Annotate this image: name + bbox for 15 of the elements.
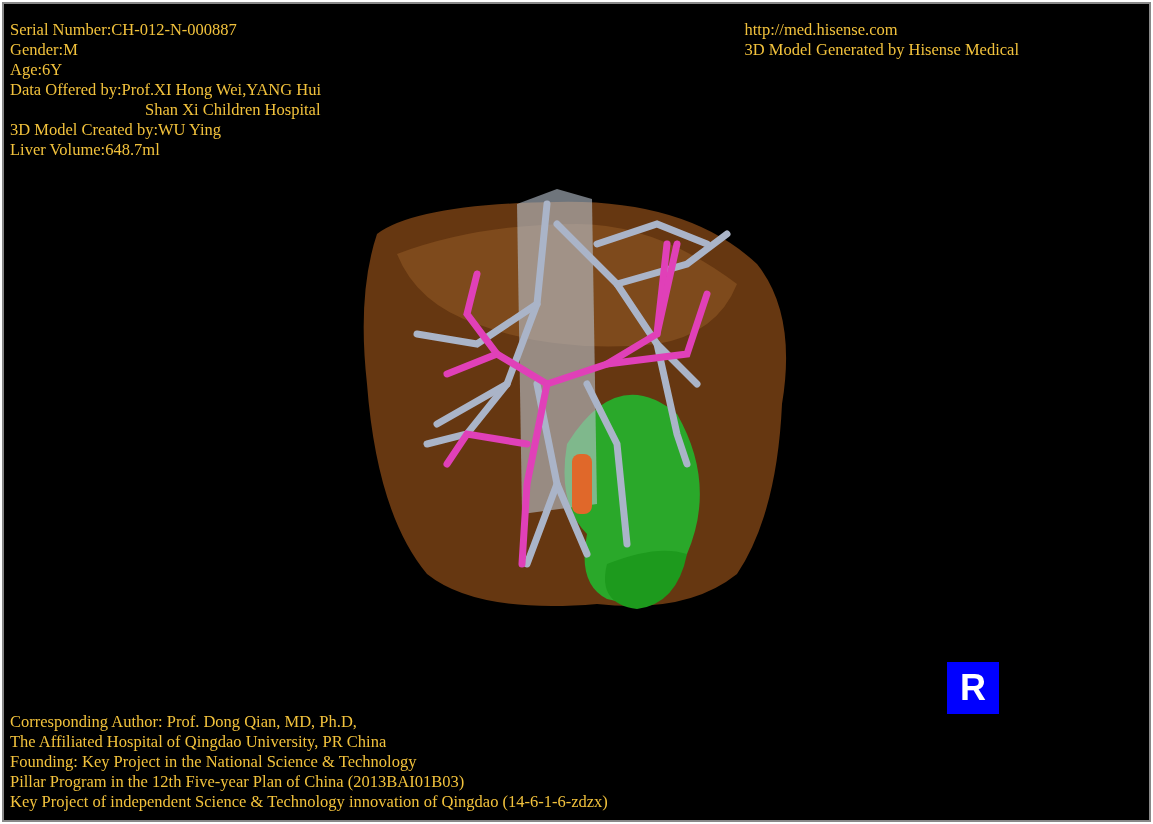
info-text: 3D Model Created by:WU Ying: [10, 120, 223, 140]
info-text: Gender:M: [10, 40, 79, 60]
info-text: Liver Volume:648.7ml: [10, 140, 161, 160]
credit-text: The Affiliated Hospital of Qingdao University, PR China: [10, 732, 388, 752]
info-text: Data Offered by:Prof.XI Hong Wei,YANG Hui: [10, 80, 322, 100]
info-text: http://med.hisense.com: [744, 20, 899, 40]
info-text: Serial Number:CH-012-N-000887: [10, 20, 238, 40]
credit-text: Founding: Key Project in the National Science & Technology: [10, 752, 418, 772]
orientation-marker: R: [947, 662, 999, 714]
info-text: Age:6Y: [10, 60, 64, 80]
credit-text: Pillar Program in the 12th Five-year Plan of China (2013BAI01B03): [10, 772, 466, 792]
info-text: 3D Model Generated by Hisense Medical: [744, 40, 1019, 60]
info-text: Shan Xi Children Hospital: [144, 100, 322, 120]
credit-text: Key Project of independent Science & Technology innovation of Qingdao (14-6-1-6-zdzx): [10, 792, 608, 812]
credit-text: Corresponding Author: Prof. Dong Qian, MD, Ph.D,: [10, 712, 358, 732]
